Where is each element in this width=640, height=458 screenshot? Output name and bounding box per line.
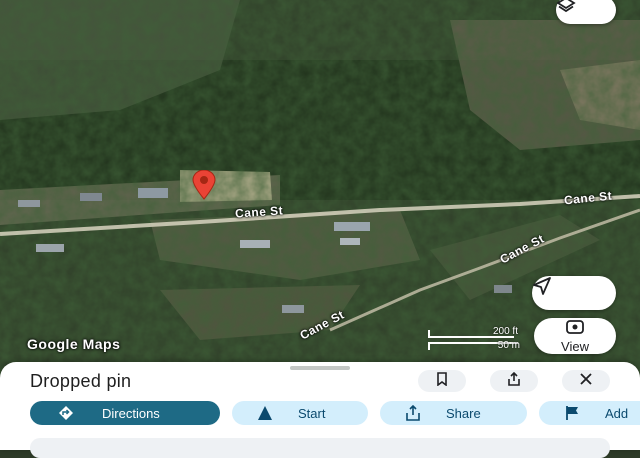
dropped-pin-marker[interactable] — [187, 170, 221, 200]
share-label: Share — [446, 405, 481, 421]
directions-icon — [30, 405, 102, 421]
scale-bar: 200 ft 50 m — [428, 326, 522, 352]
flag-icon — [539, 405, 605, 421]
share-icon — [380, 405, 446, 421]
view-label: View — [561, 339, 589, 354]
share-button[interactable]: Share — [380, 401, 527, 425]
place-title: Dropped pin — [30, 371, 132, 391]
directions-button[interactable]: Directions — [30, 401, 220, 425]
place-bottom-sheet[interactable]: Dropped pin Directions Start Share Add — [0, 362, 640, 458]
add-label-button[interactable]: Add — [539, 401, 640, 425]
navigation-icon — [232, 405, 298, 421]
close-button[interactable] — [562, 370, 610, 392]
scale-metric-label: 50 m — [497, 340, 520, 351]
layers-button[interactable] — [556, 0, 616, 24]
scale-imperial-label: 200 ft — [492, 326, 518, 337]
directions-label: Directions — [102, 405, 160, 421]
street-view-icon — [565, 318, 585, 341]
share-icon-button[interactable] — [490, 370, 538, 392]
start-button[interactable]: Start — [232, 401, 368, 425]
save-button[interactable] — [418, 370, 466, 392]
start-label: Start — [298, 405, 326, 421]
share-icon — [507, 371, 521, 391]
close-icon — [579, 372, 593, 391]
google-maps-watermark: Google Maps — [27, 336, 121, 352]
sheet-drag-handle[interactable] — [290, 366, 350, 370]
add-label: Add — [605, 405, 629, 421]
bookmark-icon — [435, 371, 449, 391]
next-row-strip — [30, 438, 610, 458]
my-location-button[interactable] — [532, 276, 616, 310]
street-view-button[interactable]: View — [534, 318, 616, 354]
